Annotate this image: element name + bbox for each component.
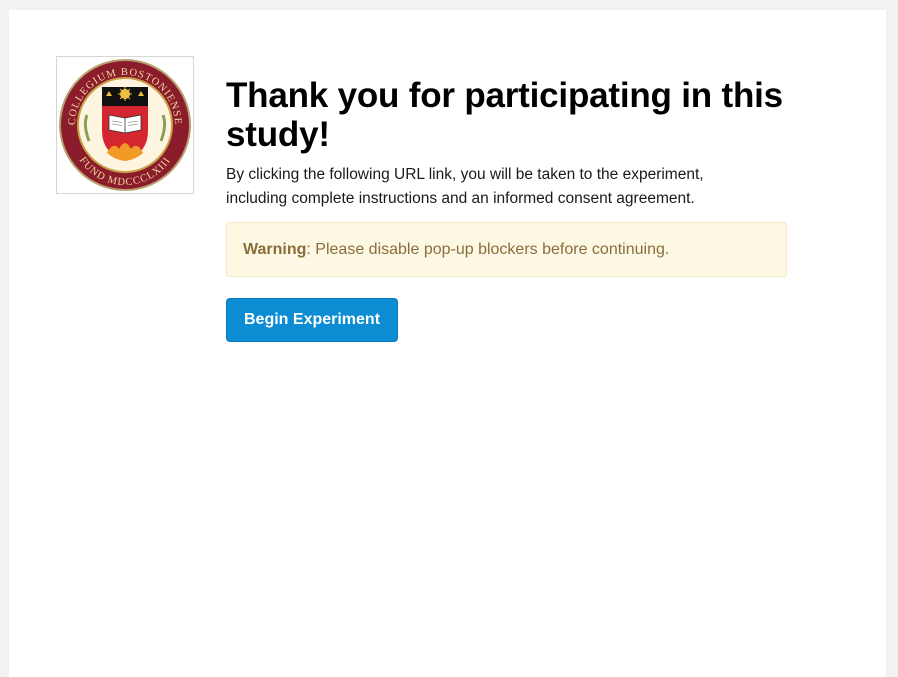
page-container: COLLEGIUM BOSTONIENSE FUND MDCCCLXIII Th… [9,10,886,677]
begin-experiment-button[interactable]: Begin Experiment [226,298,399,342]
intro-text: By clicking the following URL link, you … [226,166,704,207]
page-title: Thank you for participating in this stud… [226,76,783,154]
main-content: Thank you for participating in this stud… [226,76,796,342]
warning-text: : Please disable pop-up blockers before … [306,241,670,258]
warning-alert: Warning: Please disable pop-up blockers … [226,222,787,277]
university-seal-icon: COLLEGIUM BOSTONIENSE FUND MDCCCLXIII [59,59,191,191]
university-logo: COLLEGIUM BOSTONIENSE FUND MDCCCLXIII [56,56,194,194]
warning-label: Warning [243,241,307,258]
